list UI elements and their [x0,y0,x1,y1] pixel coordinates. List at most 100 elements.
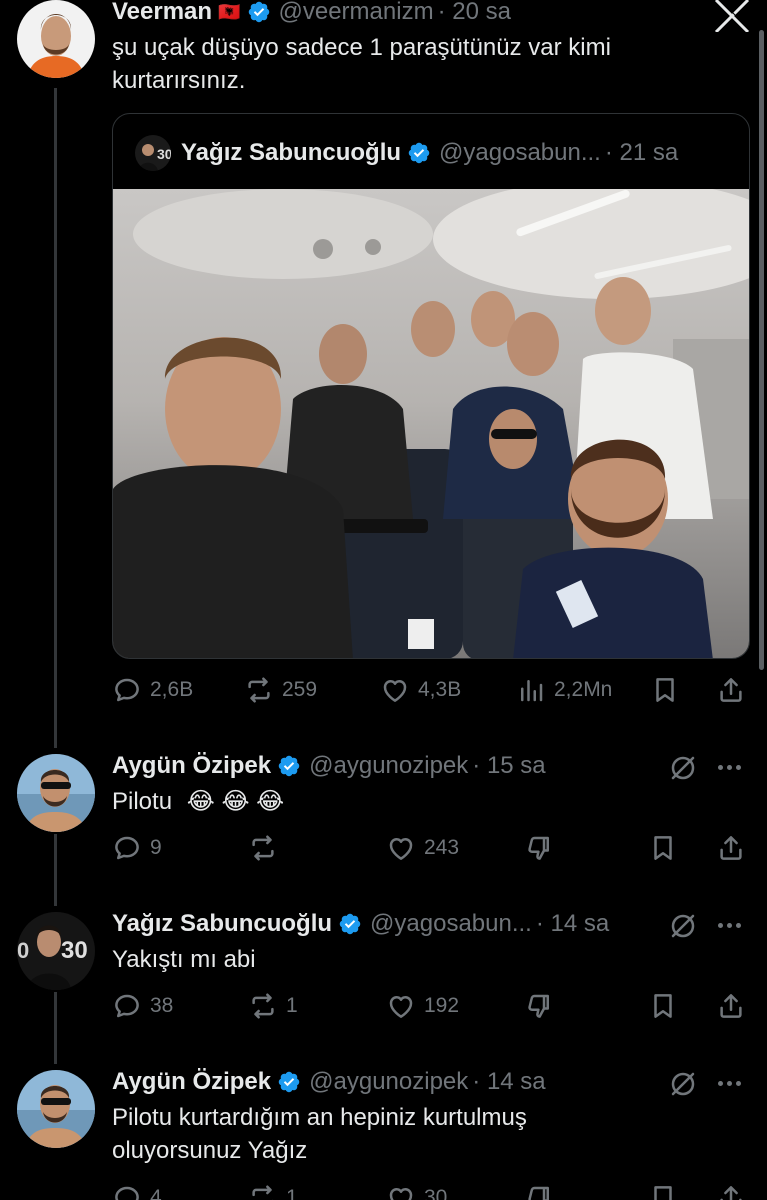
repost-icon [244,675,274,705]
tweet-text-line: şu uçak düşüyo sadece 1 paraşütünüz var … [112,34,611,61]
dislike-button[interactable] [524,990,554,1022]
reply-author-name[interactable]: Yağız Sabuncuoğlu [112,910,332,938]
more-dot [718,1081,723,1086]
thread-line [54,834,57,906]
reply-actions: 38 1 192 [112,990,752,1022]
repost-button[interactable]: 259 [244,674,317,706]
quoted-tweet[interactable]: 30 Yağız Sabuncuoğlu @yagosabun... · 21 … [112,113,750,659]
more-dot [718,765,723,770]
verified-badge-icon [247,0,271,24]
avatar-yagiz[interactable]: 30 0 [17,912,95,990]
verified-badge-icon [277,1070,301,1094]
more-dot [736,923,741,928]
bookmark-button[interactable] [648,990,678,1022]
tweet-text-line: kurtarırsınız. [112,67,246,94]
grok-button[interactable] [668,1068,698,1100]
views-icon [516,675,546,705]
reply-button[interactable]: 4 [112,1182,162,1200]
laughing-emoji-icon: 😂 [221,788,250,815]
more-options-button[interactable] [718,923,741,928]
reply-author-handle[interactable]: @aygunozipek [309,752,468,780]
repost-icon [248,1183,278,1200]
repost-button[interactable] [248,832,286,864]
grok-button[interactable] [668,910,698,942]
more-options-button[interactable] [718,765,741,770]
scrollbar[interactable] [759,30,764,670]
reply-icon [112,1183,142,1200]
reply-header: Aygün Özipek @aygunozipek · 14 sa [112,1067,546,1097]
verified-badge-icon [407,141,431,165]
reply-author-name[interactable]: Aygün Özipek [112,752,271,780]
dislike-button[interactable] [524,1182,554,1200]
author-handle[interactable]: @veermanizm [279,0,434,26]
avatar-image [17,0,95,78]
share-button[interactable] [716,674,746,706]
share-button[interactable] [716,990,746,1022]
repost-icon [248,833,278,863]
share-icon [716,675,746,705]
share-button[interactable] [716,1182,746,1200]
avatar-veerman[interactable] [17,0,95,78]
reply-time[interactable]: · 14 sa [472,1068,545,1096]
reply-icon [112,833,142,863]
quoted-tweet-time: · 21 sa [604,139,679,166]
thread-line [54,88,57,748]
more-dot [736,1081,741,1086]
like-button[interactable]: 192 [386,990,459,1022]
bookmark-icon [648,833,678,863]
like-button[interactable]: 4,3B [380,674,461,706]
tweet-text: şu uçak düşüyo sadece 1 paraşütünüz var … [112,31,611,97]
svg-text:0: 0 [17,938,29,963]
bookmark-icon [648,991,678,1021]
repost-count: 259 [282,678,318,701]
reply-button[interactable]: 2,6B [112,674,193,706]
like-icon [386,833,416,863]
repost-button[interactable]: 1 [248,990,298,1022]
grok-icon [668,753,698,783]
share-button[interactable] [716,832,746,864]
like-button[interactable]: 30 [386,1182,447,1200]
dislike-button[interactable] [524,832,554,864]
avatar-image: 30 0 [17,912,95,990]
reply-author-handle[interactable]: @aygunozipek [309,1068,468,1096]
repost-icon [248,991,278,1021]
reply-time[interactable]: · 15 sa [472,752,545,780]
bookmark-icon [648,1183,678,1200]
more-dot [736,765,741,770]
tweet-time[interactable]: · 20 sa [438,0,511,26]
reply-author-handle[interactable]: @yagosabun... [370,910,532,938]
repost-count: 1 [286,1186,298,1200]
like-button[interactable]: 243 [386,832,459,864]
dislike-icon [524,1183,554,1200]
reply-count: 9 [150,836,162,859]
reply-author-name[interactable]: Aygün Özipek [112,1068,271,1096]
reply-button[interactable]: 38 [112,990,173,1022]
grok-button[interactable] [668,752,698,784]
reply-count: 4 [150,1186,162,1200]
reply-button[interactable]: 9 [112,832,162,864]
bookmark-button[interactable] [648,832,678,864]
grok-icon [668,1069,698,1099]
repost-button[interactable]: 1 [248,1182,298,1200]
avatar-aygun[interactable] [17,1070,95,1148]
like-count: 4,3B [418,678,462,701]
more-dot [727,1081,732,1086]
close-button[interactable] [712,0,752,34]
author-name[interactable]: Veerman [112,0,212,26]
albania-flag-icon: 🇦🇱 [218,1,241,22]
bookmark-button[interactable] [650,674,680,706]
reply-text-line: Pilotu kurtardığım an hepiniz kurtulmuş [112,1104,527,1131]
main-tweet-actions: 2,6B 259 4,3B 2,2Mn [112,674,752,706]
avatar-aygun[interactable] [17,754,95,832]
group-photo-airplane[interactable] [113,189,750,659]
bookmark-button[interactable] [648,1182,678,1200]
thread-line [54,992,57,1064]
dislike-icon [524,991,554,1021]
repost-count: 1 [286,994,298,1017]
like-count: 192 [424,994,460,1017]
reply-actions: 4 1 30 [112,1182,752,1200]
views-button[interactable]: 2,2Mn [516,674,612,706]
more-options-button[interactable] [718,1081,741,1086]
reply-actions: 9 243 [112,832,752,864]
reply-time[interactable]: · 14 sa [536,910,609,938]
